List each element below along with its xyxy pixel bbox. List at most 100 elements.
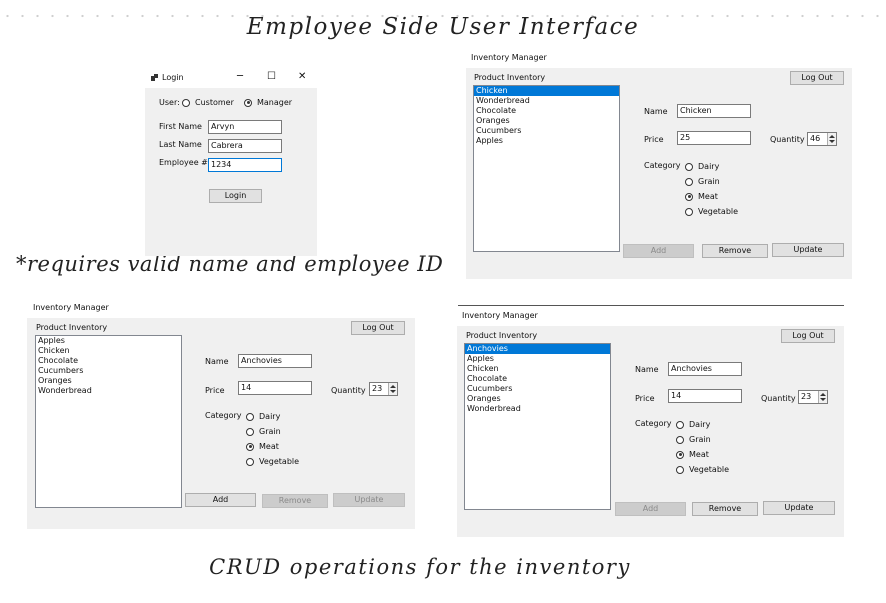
add-button[interactable]: Add <box>623 244 694 258</box>
inventory-window-2: Product Inventory Log Out Apples Chicken C… <box>27 318 415 529</box>
list-item[interactable]: Chicken <box>465 364 610 374</box>
add-button[interactable]: Add <box>615 502 686 516</box>
remove-button[interactable]: Remove <box>702 244 768 258</box>
user-label: User: <box>159 98 180 107</box>
list-item[interactable]: Wonderbread <box>465 404 610 414</box>
inventory-window-title: Inventory Manager <box>471 53 547 62</box>
arrow-up-icon[interactable] <box>829 135 835 138</box>
category-radio-grain[interactable]: Grain <box>246 427 281 436</box>
list-item[interactable]: Oranges <box>36 376 181 386</box>
manager-radio-label: Manager <box>257 98 293 107</box>
arrow-up-icon[interactable] <box>390 385 396 388</box>
category-radio-dairy[interactable]: Dairy <box>246 412 280 421</box>
list-item[interactable]: Apples <box>474 136 619 146</box>
price-field[interactable]: 25 <box>677 131 751 145</box>
category-radio-meat[interactable]: Meat <box>246 442 279 451</box>
category-radio-label: Vegetable <box>689 465 730 474</box>
name-field[interactable]: Chicken <box>677 104 751 118</box>
category-radio-label: Dairy <box>698 162 720 171</box>
crud-caption: CRUD operations for the inventory <box>209 555 631 579</box>
login-title: Login <box>162 73 184 82</box>
category-radio-meat[interactable]: Meat <box>685 192 718 201</box>
price-field[interactable]: 14 <box>238 381 312 395</box>
last-name-label: Last Name <box>159 140 202 149</box>
login-button[interactable]: Login <box>209 189 262 203</box>
radio-circle <box>676 435 684 444</box>
logout-button[interactable]: Log Out <box>351 321 405 335</box>
first-name-field[interactable]: Arvyn <box>208 120 282 134</box>
radio-circle <box>685 162 693 171</box>
page-title: Employee Side User Interface <box>246 14 640 40</box>
list-item[interactable]: Oranges <box>474 116 619 126</box>
list-item[interactable]: Cucumbers <box>36 366 181 376</box>
update-button[interactable]: Update <box>772 243 844 257</box>
stepper-arrows[interactable] <box>827 133 836 145</box>
list-item[interactable]: Wonderbread <box>474 96 619 106</box>
list-item[interactable]: Apples <box>465 354 610 364</box>
price-label: Price <box>644 135 664 144</box>
quantity-stepper[interactable]: 23 <box>369 382 398 396</box>
category-radio-dairy[interactable]: Dairy <box>676 420 710 429</box>
stepper-arrows[interactable] <box>388 383 397 395</box>
arrow-down-icon[interactable] <box>820 398 826 401</box>
category-label: Category <box>205 411 242 420</box>
inventory-window-title: Inventory Manager <box>33 303 109 312</box>
category-radio-grain[interactable]: Grain <box>685 177 720 186</box>
category-radio-vegetable[interactable]: Vegetable <box>676 465 729 474</box>
list-item[interactable]: Chicken <box>474 86 619 96</box>
list-item[interactable]: Chicken <box>36 346 181 356</box>
quantity-stepper[interactable]: 23 <box>798 390 828 404</box>
inventory-window-title: Inventory Manager <box>462 311 538 320</box>
category-radio-meat[interactable]: Meat <box>676 450 709 459</box>
radio-circle <box>246 457 254 466</box>
category-radio-vegetable[interactable]: Vegetable <box>685 207 738 216</box>
app-icon <box>151 74 158 81</box>
name-label: Name <box>205 357 229 366</box>
list-item[interactable]: Cucumbers <box>474 126 619 136</box>
category-radio-label: Dairy <box>259 412 281 421</box>
category-radio-label: Grain <box>259 427 281 436</box>
maximize-icon[interactable]: ☐ <box>267 71 276 82</box>
list-item[interactable]: Anchovies <box>465 344 610 354</box>
add-button[interactable]: Add <box>185 493 256 507</box>
product-list[interactable]: Anchovies Apples Chicken Chocolate Cucumbers… <box>464 343 611 510</box>
radio-circle <box>246 412 254 421</box>
price-field[interactable]: 14 <box>668 389 742 403</box>
list-item[interactable]: Chocolate <box>36 356 181 366</box>
close-icon[interactable]: ✕ <box>298 71 306 82</box>
logout-button[interactable]: Log Out <box>790 71 844 85</box>
category-radio-label: Meat <box>259 442 279 451</box>
list-item[interactable]: Chocolate <box>474 106 619 116</box>
category-radio-vegetable[interactable]: Vegetable <box>246 457 299 466</box>
minimize-icon[interactable]: ─ <box>237 71 243 82</box>
logout-button[interactable]: Log Out <box>781 329 835 343</box>
list-item[interactable]: Wonderbread <box>36 386 181 396</box>
arrow-up-icon[interactable] <box>820 393 826 396</box>
update-button[interactable]: Update <box>763 501 835 515</box>
list-item[interactable]: Chocolate <box>465 374 610 384</box>
list-item[interactable]: Oranges <box>465 394 610 404</box>
product-list[interactable]: Chicken Wonderbread Chocolate Oranges Cucumb… <box>473 85 620 252</box>
manager-radio[interactable]: Manager <box>244 98 292 107</box>
name-field[interactable]: Anchovies <box>238 354 312 368</box>
quantity-value: 23 <box>801 392 812 401</box>
arrow-down-icon[interactable] <box>390 390 396 393</box>
list-item[interactable]: Apples <box>36 336 181 346</box>
product-list[interactable]: Apples Chicken Chocolate Cucumbers Oranges Wo… <box>35 335 182 508</box>
category-radio-dairy[interactable]: Dairy <box>685 162 719 171</box>
remove-button[interactable]: Remove <box>692 502 758 516</box>
category-radio-label: Vegetable <box>698 207 739 216</box>
name-field[interactable]: Anchovies <box>668 362 742 376</box>
category-radio-grain[interactable]: Grain <box>676 435 711 444</box>
employee-number-field[interactable]: 1234 <box>208 158 282 172</box>
stepper-arrows[interactable] <box>818 391 827 403</box>
remove-button[interactable]: Remove <box>262 494 328 508</box>
list-item[interactable]: Cucumbers <box>465 384 610 394</box>
quantity-stepper[interactable]: 46 <box>807 132 837 146</box>
radio-circle <box>182 98 190 107</box>
radio-circle <box>676 465 684 474</box>
arrow-down-icon[interactable] <box>829 140 835 143</box>
last-name-field[interactable]: Cabrera <box>208 139 282 153</box>
update-button[interactable]: Update <box>333 493 405 507</box>
customer-radio[interactable]: Customer <box>182 98 234 107</box>
